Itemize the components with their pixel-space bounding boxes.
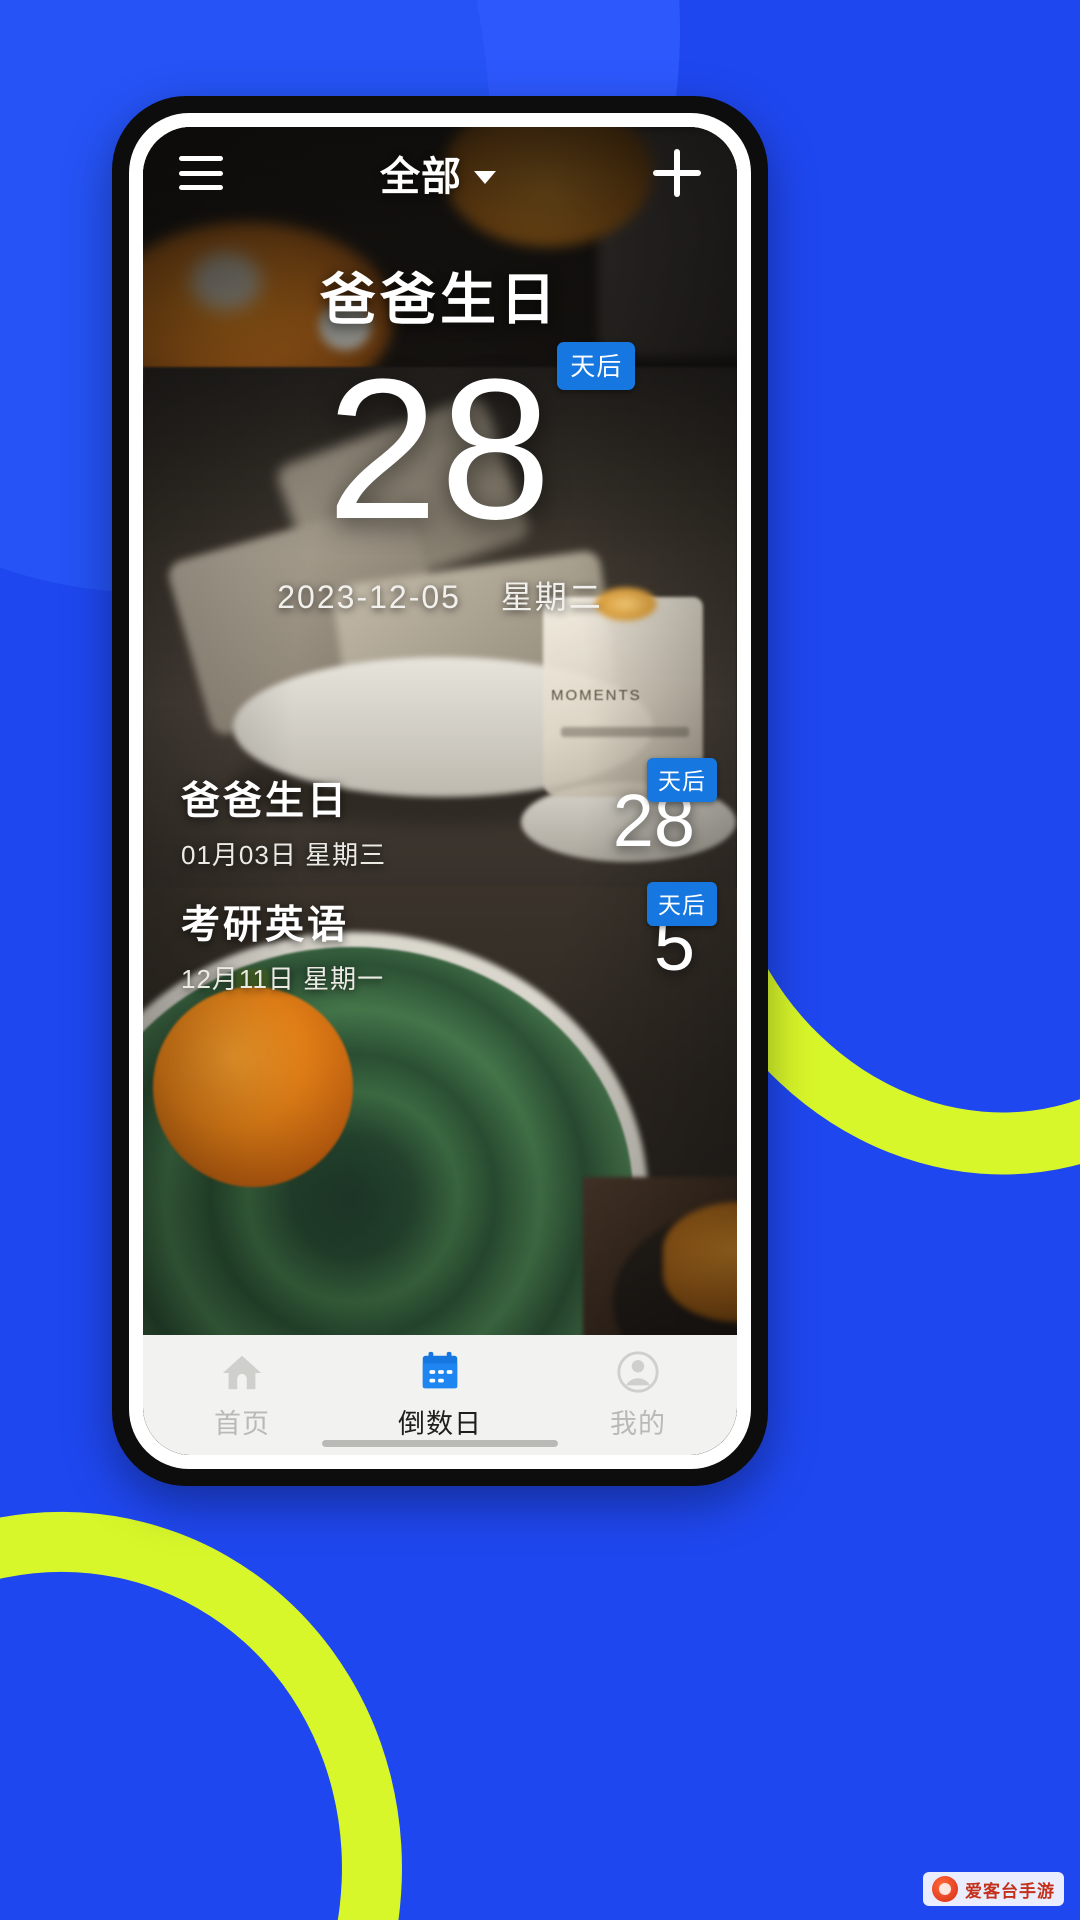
home-icon [222,1355,262,1390]
list-item-date: 01月03日 星期三 [181,840,387,870]
list-item-title: 爸爸生日 [181,780,350,823]
hero-days-number: 28 [326,338,554,561]
background-lime-arc-corner [606,1546,1080,1920]
watermark: 爱客台手游 [923,1872,1064,1906]
tab-profile[interactable]: 我的 [539,1349,737,1441]
tab-home[interactable]: 首页 [143,1349,341,1441]
phone-mockup-frame: MOMENTS 全部 [112,96,768,1486]
hamburger-line [179,185,223,190]
app-header: 全部 [143,127,737,219]
hero-date: 2023-12-05 [277,579,461,615]
countdown-list: 爸爸生日 01月03日 星期三 28 天后 考研英语 12月11日 星期一 5 … [143,758,737,1007]
tab-profile-label: 我的 [610,1409,666,1439]
person-icon [617,1351,659,1393]
list-item-text: 爸爸生日 01月03日 星期三 [181,770,579,872]
hamburger-line [179,170,223,176]
list-item-text: 考研英语 12月11日 星期一 [181,894,579,996]
bottom-navigation: 首页 倒数日 我的 [143,1335,737,1455]
list-item-title: 考研英语 [181,904,350,947]
hamburger-line [179,156,223,161]
page-title: 全部 [380,155,462,199]
list-item-days-badge: 天后 [647,758,717,802]
list-item[interactable]: 考研英语 12月11日 星期一 5 天后 [181,882,717,1007]
phone-bezel: MOMENTS 全部 [129,113,751,1469]
home-indicator [322,1440,558,1447]
hero-days-badge: 天后 [557,342,636,390]
plus-icon[interactable] [653,149,701,197]
hero-weekday: 星期二 [500,579,603,615]
list-item-countdown: 5 天后 [579,882,717,982]
hero-number-group: 28 天后 [327,342,636,550]
background-lime-arc-left [0,1419,498,1920]
phone-screen: MOMENTS 全部 [143,127,737,1455]
watermark-text: 爱客台手游 [965,1881,1055,1901]
hero-event-title: 爸爸生日 [320,268,560,331]
hamburger-icon[interactable] [179,156,223,190]
hero-date-line: 2023-12-05 星期二 [143,572,737,618]
tab-home-label: 首页 [214,1409,270,1439]
tab-countdown[interactable]: 倒数日 [341,1349,539,1441]
category-selector[interactable]: 全部 [223,144,653,202]
watermark-logo-icon [932,1876,958,1902]
list-item-date: 12月11日 星期一 [181,964,385,994]
list-item-days-badge: 天后 [647,882,717,926]
caret-down-icon [474,170,496,184]
list-item-countdown: 28 天后 [579,758,717,858]
calendar-icon [422,1351,458,1389]
hero-countdown[interactable]: 爸爸生日 28 天后 2023-12-05 星期二 [143,255,737,618]
tab-countdown-label: 倒数日 [398,1409,482,1439]
list-item[interactable]: 爸爸生日 01月03日 星期三 28 天后 [181,758,717,883]
